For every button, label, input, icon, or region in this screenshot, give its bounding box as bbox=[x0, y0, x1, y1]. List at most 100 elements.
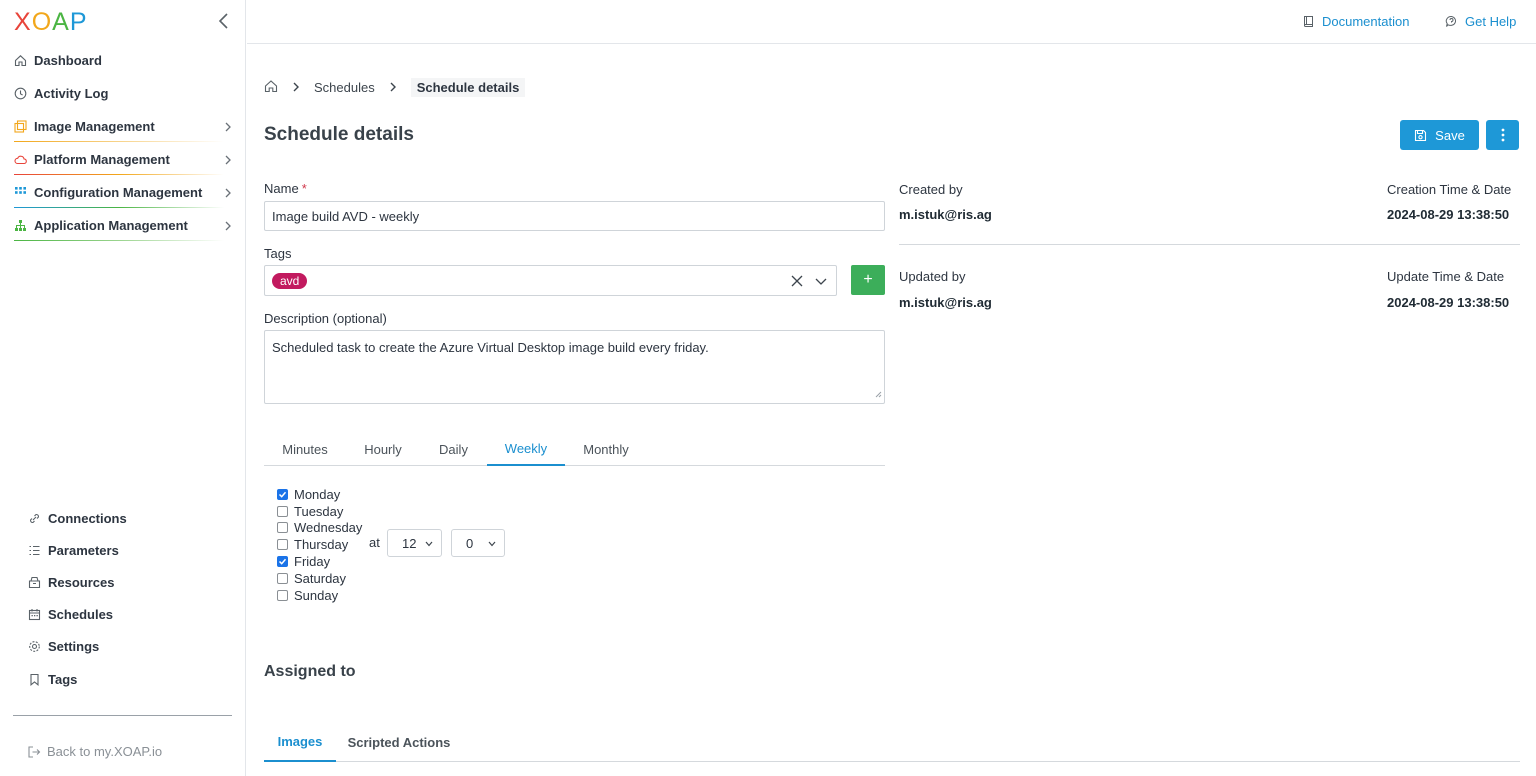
hour-select[interactable]: 12 bbox=[387, 529, 442, 557]
images-icon bbox=[14, 120, 27, 133]
day-label: Friday bbox=[294, 554, 331, 570]
sidebar-item-resources[interactable]: Resources bbox=[0, 566, 246, 598]
logo-letter: X bbox=[14, 8, 32, 36]
sidebar-item-label: Connections bbox=[48, 510, 127, 526]
checkbox-checked[interactable] bbox=[277, 556, 288, 568]
sidebar-item-image-management[interactable]: Image Management bbox=[0, 110, 246, 143]
add-tag-button[interactable]: + bbox=[851, 265, 885, 295]
day-monday[interactable]: Monday bbox=[277, 486, 362, 503]
page-title: Schedule details bbox=[264, 124, 414, 145]
back-to-portal-link[interactable]: Back to my.XOAP.io bbox=[27, 744, 162, 759]
chevron-right-icon bbox=[389, 81, 397, 93]
checkbox[interactable] bbox=[277, 539, 288, 551]
description-label: Description (optional) bbox=[264, 311, 387, 326]
home-icon[interactable] bbox=[264, 79, 278, 96]
sidebar-item-application-management[interactable]: Application Management bbox=[0, 209, 246, 242]
creation-time-label: Creation Time & Date bbox=[1387, 182, 1512, 197]
sidebar-item-configuration-management[interactable]: Configuration Management bbox=[0, 176, 246, 209]
sidebar-item-label: Image Management bbox=[34, 119, 155, 134]
get-help-label: Get Help bbox=[1465, 14, 1517, 29]
sidebar-item-platform-management[interactable]: Platform Management bbox=[0, 143, 246, 176]
tab-hourly[interactable]: Hourly bbox=[346, 432, 420, 466]
chevron-right-icon bbox=[224, 220, 232, 232]
checkbox[interactable] bbox=[277, 572, 288, 584]
chevron-down-icon[interactable] bbox=[814, 272, 828, 293]
day-thursday[interactable]: Thursday bbox=[277, 536, 362, 553]
bookmark-icon bbox=[28, 673, 41, 686]
day-friday[interactable]: Friday bbox=[277, 553, 362, 570]
created-by-value: m.istuk@ris.ag bbox=[899, 207, 992, 222]
minute-value: 0 bbox=[466, 535, 474, 551]
tab-monthly[interactable]: Monthly bbox=[565, 432, 647, 466]
chevron-right-icon bbox=[224, 154, 232, 166]
description-value: Scheduled task to create the Azure Virtu… bbox=[272, 340, 709, 355]
name-label-text: Name bbox=[264, 181, 299, 196]
tab-scripted-actions[interactable]: Scripted Actions bbox=[336, 722, 462, 762]
checkbox[interactable] bbox=[277, 589, 288, 601]
xoap-logo[interactable]: X O A P bbox=[14, 9, 88, 35]
updated-by-value: m.istuk@ris.ag bbox=[899, 295, 992, 310]
logout-icon bbox=[27, 745, 41, 759]
sidebar-item-label: Resources bbox=[48, 574, 115, 590]
day-tuesday[interactable]: Tuesday bbox=[277, 503, 362, 520]
sidebar-item-dashboard[interactable]: Dashboard bbox=[0, 44, 246, 77]
schedule-frequency-tabs: Minutes Hourly Daily Weekly Monthly bbox=[264, 432, 885, 466]
chevron-right-icon bbox=[224, 187, 232, 199]
resize-grip-icon[interactable] bbox=[874, 386, 882, 401]
checkbox-checked[interactable] bbox=[277, 488, 288, 500]
creation-time-value: 2024-08-29 13:38:50 bbox=[1387, 207, 1510, 222]
get-help-link[interactable]: Get Help bbox=[1445, 14, 1516, 29]
help-chat-icon bbox=[1445, 15, 1457, 27]
floppy-icon bbox=[1415, 129, 1427, 141]
checkbox[interactable] bbox=[277, 522, 288, 534]
save-button[interactable]: Save bbox=[1400, 120, 1479, 150]
box-icon bbox=[28, 576, 41, 589]
sidebar-item-settings[interactable]: Settings bbox=[0, 631, 246, 663]
breadcrumb: Schedules Schedule details bbox=[264, 77, 526, 97]
name-input[interactable]: Image build AVD - weekly bbox=[264, 201, 885, 231]
sidebar-item-tags[interactable]: Tags bbox=[0, 663, 246, 695]
tab-minutes[interactable]: Minutes bbox=[264, 432, 346, 466]
documentation-label: Documentation bbox=[1322, 14, 1410, 29]
day-saturday[interactable]: Saturday bbox=[277, 570, 362, 587]
sidebar: X O A P Dashboard Activity Log Image Man… bbox=[0, 0, 246, 776]
collapse-sidebar-icon[interactable] bbox=[215, 10, 233, 32]
sidebar-item-label: Activity Log bbox=[34, 86, 109, 101]
more-options-button[interactable] bbox=[1486, 120, 1519, 150]
day-label: Monday bbox=[294, 486, 341, 502]
day-wednesday[interactable]: Wednesday bbox=[277, 520, 362, 537]
plus-icon: + bbox=[863, 271, 873, 288]
checkbox[interactable] bbox=[277, 505, 288, 517]
tag-chip[interactable]: avd bbox=[272, 272, 308, 289]
assigned-to-title: Assigned to bbox=[264, 663, 356, 680]
gear-icon bbox=[28, 640, 41, 653]
tags-select[interactable]: avd bbox=[264, 265, 837, 296]
sidebar-item-connections[interactable]: Connections bbox=[0, 502, 246, 534]
created-by-label: Created by bbox=[899, 182, 963, 197]
sidebar-item-schedules[interactable]: Schedules bbox=[0, 599, 246, 631]
breadcrumb-schedules[interactable]: Schedules bbox=[314, 80, 375, 95]
tab-images[interactable]: Images bbox=[264, 722, 336, 762]
item-underline bbox=[14, 141, 224, 142]
tab-weekly[interactable]: Weekly bbox=[487, 432, 565, 466]
hour-value: 12 bbox=[402, 535, 417, 551]
sidebar-item-label: Tags bbox=[48, 671, 78, 687]
sidebar-item-label: Application Management bbox=[34, 218, 188, 233]
documentation-link[interactable]: Documentation bbox=[1303, 14, 1409, 29]
info-divider bbox=[899, 244, 1520, 245]
minute-select[interactable]: 0 bbox=[451, 529, 505, 557]
day-label: Thursday bbox=[294, 537, 349, 553]
required-marker: * bbox=[301, 181, 307, 196]
sidebar-item-activity-log[interactable]: Activity Log bbox=[0, 77, 246, 110]
clear-icon[interactable] bbox=[790, 272, 804, 293]
sidebar-item-parameters[interactable]: Parameters bbox=[0, 534, 246, 566]
chevron-down-icon bbox=[488, 541, 496, 547]
back-label: Back to my.XOAP.io bbox=[47, 744, 163, 759]
description-textarea[interactable]: Scheduled task to create the Azure Virtu… bbox=[264, 330, 885, 404]
item-underline bbox=[14, 207, 224, 208]
sidebar-nav: Dashboard Activity Log Image Management … bbox=[0, 44, 246, 242]
day-sunday[interactable]: Sunday bbox=[277, 587, 362, 604]
grid-icon bbox=[14, 186, 27, 199]
tab-daily[interactable]: Daily bbox=[420, 432, 487, 466]
clock-icon bbox=[14, 87, 27, 100]
